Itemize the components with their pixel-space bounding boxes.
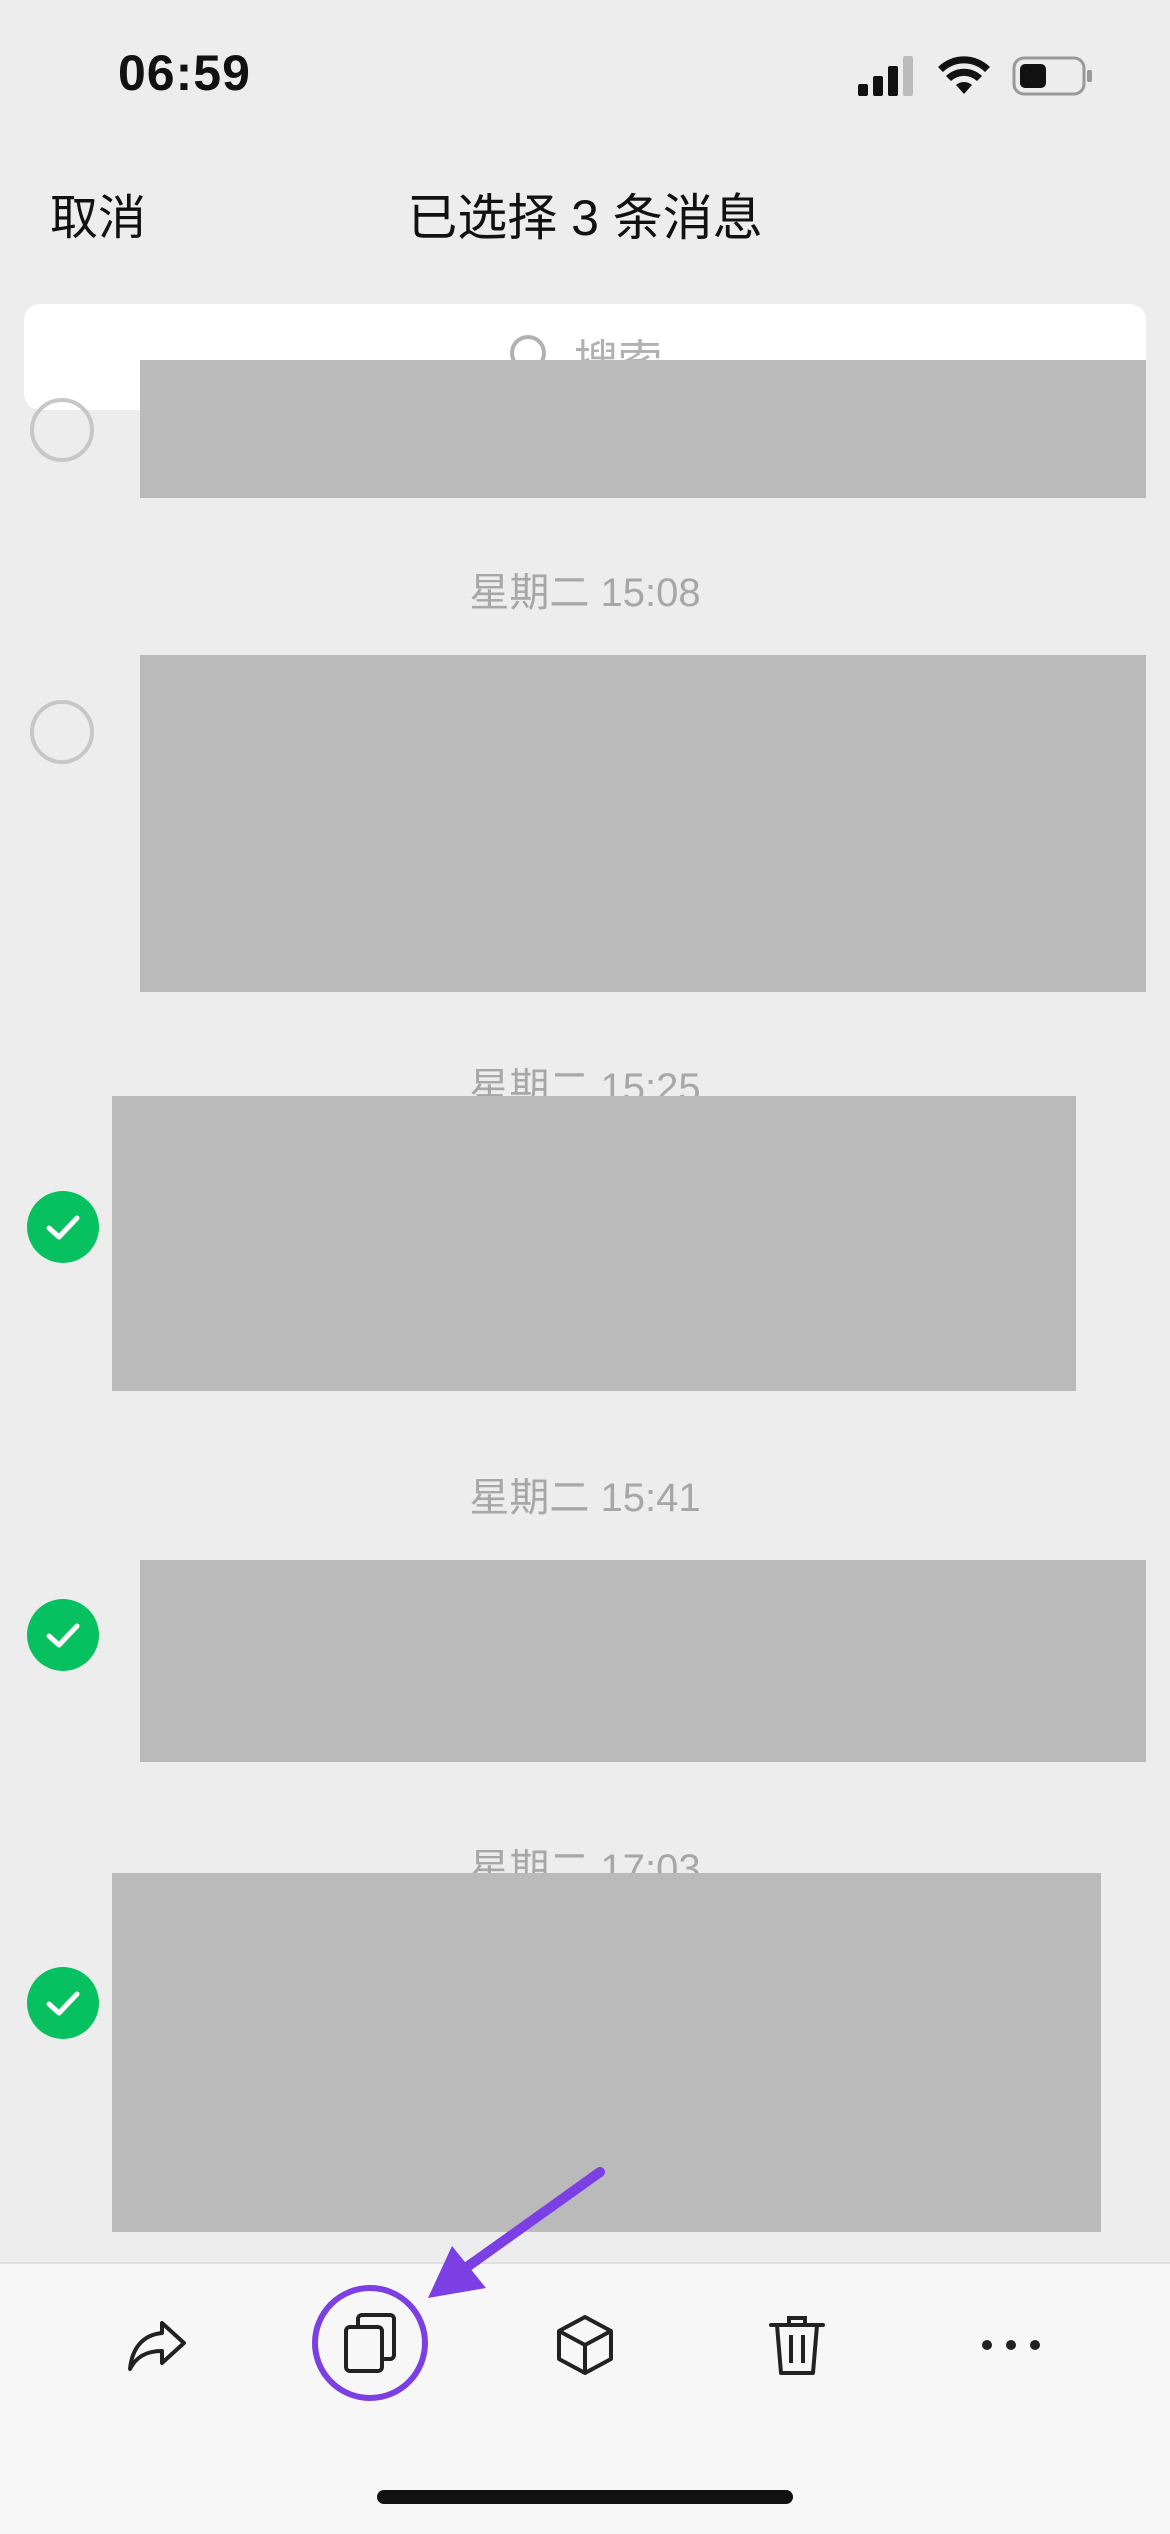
checkmark-icon <box>46 1623 80 1648</box>
more-button[interactable] <box>956 2290 1066 2400</box>
annotation-arrow-icon <box>428 2167 605 2298</box>
page-title: 已选择 3 条消息 <box>407 190 763 246</box>
message-timestamp: 星期二 15:08 <box>469 571 701 615</box>
box-icon <box>557 2315 613 2375</box>
message-select-radio[interactable] <box>30 398 94 462</box>
redacted-message-content <box>140 1560 1146 1762</box>
home-indicator <box>377 2490 793 2504</box>
message-select-checked[interactable] <box>27 1599 99 1671</box>
checkmark-icon <box>46 1215 80 1240</box>
forward-icon <box>128 2321 186 2371</box>
forward-button[interactable] <box>103 2290 213 2400</box>
cellular-signal-icon <box>858 56 913 96</box>
redacted-message-content <box>140 655 1146 992</box>
status-time: 06:59 <box>118 45 251 101</box>
trash-icon <box>769 2316 825 2375</box>
delete-button[interactable] <box>742 2290 852 2400</box>
message-select-checked[interactable] <box>27 1191 99 1263</box>
message-timestamp: 星期二 15:41 <box>469 1476 701 1520</box>
checkmark-icon <box>46 1991 80 2016</box>
redacted-message-content <box>112 1096 1076 1391</box>
message-select-radio[interactable] <box>30 700 94 764</box>
battery-icon <box>1012 56 1092 96</box>
cancel-button[interactable]: 取消 <box>50 178 146 248</box>
redacted-message-content <box>140 360 1146 498</box>
more-icon <box>982 2340 1040 2350</box>
message-select-checked[interactable] <box>27 1967 99 2039</box>
wifi-icon <box>938 56 990 94</box>
status-icons <box>858 52 1094 100</box>
